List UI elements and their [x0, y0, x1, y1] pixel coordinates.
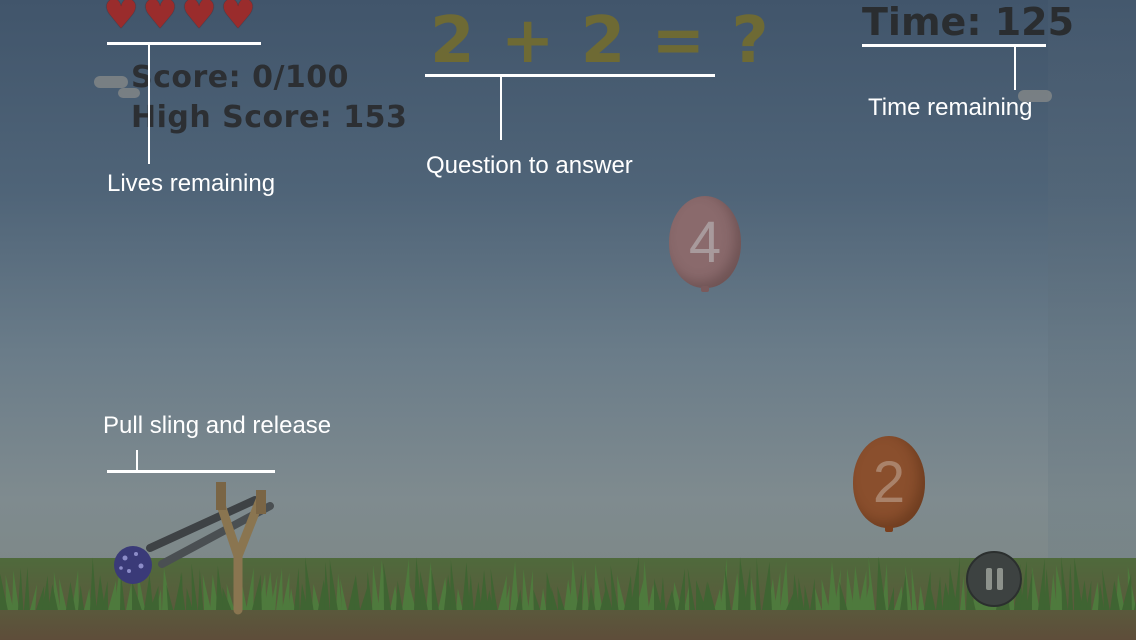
time-annotation-label: Time remaining: [868, 94, 1033, 121]
lives-indicator: ♥ ♥ ♥ ♥: [102, 0, 257, 38]
score-display: Score: 0/100: [131, 60, 350, 95]
balloon-value: 4: [669, 196, 741, 288]
sling-annotation-leader: [136, 450, 138, 471]
ball-icon[interactable]: [112, 544, 154, 586]
sling-annotation-underline: [107, 470, 275, 473]
pause-icon: [985, 568, 992, 590]
question-annotation-label: Question to answer: [426, 152, 633, 179]
time-annotation-underline: [862, 44, 1046, 47]
lives-annotation-label: Lives remaining: [107, 170, 276, 197]
pause-icon: [996, 568, 1003, 590]
high-score-display: High Score: 153: [131, 100, 408, 135]
time-display: Time: 125: [862, 0, 1075, 44]
time-annotation-leader: [1014, 46, 1016, 90]
lives-annotation-underline: [107, 42, 261, 45]
question-annotation-leader: [500, 76, 502, 140]
cloud: [94, 76, 128, 88]
lives-annotation-leader: [148, 44, 150, 164]
question-annotation-underline: [425, 74, 715, 77]
pause-button[interactable]: [966, 551, 1022, 607]
heart-icon: ♥: [103, 0, 139, 38]
sling-annotation-label: Pull sling and release: [103, 412, 332, 439]
math-question: 2 + 2 = ?: [430, 4, 771, 78]
heart-icon: ♥: [220, 0, 256, 38]
balloon-knot: [701, 286, 709, 292]
heart-icon: ♥: [181, 0, 217, 38]
balloon-value: 2: [853, 436, 925, 528]
game-scene[interactable]: ♥ ♥ ♥ ♥ Score: 0/100 High Score: 153 2 +…: [0, 0, 1136, 640]
heart-icon: ♥: [142, 0, 178, 38]
